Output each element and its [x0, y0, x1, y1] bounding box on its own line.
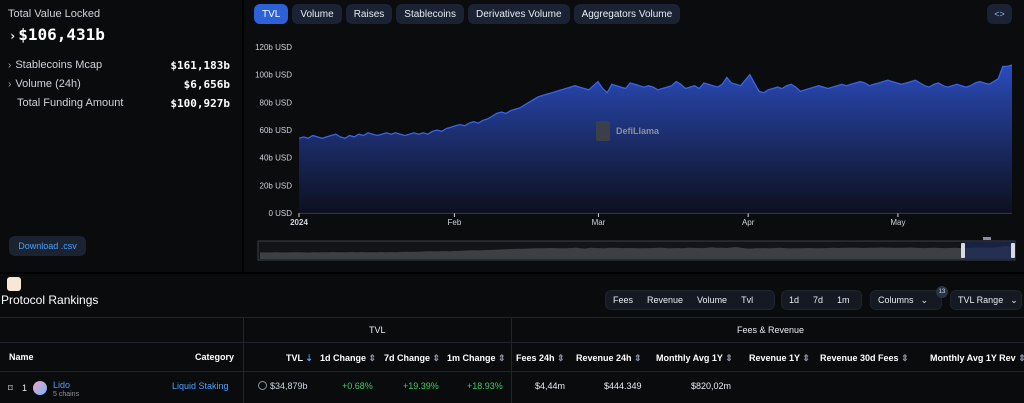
- watermark-text: DefiLlama: [616, 126, 660, 136]
- y-tick-label: 40b USD: [260, 154, 293, 163]
- filter-volume[interactable]: Volume: [690, 295, 734, 305]
- group-header-fees-revenue: Fees & Revenue: [737, 325, 805, 335]
- y-tick-label: 0 USD: [268, 209, 292, 218]
- divider: [511, 317, 512, 403]
- brush-handle-right[interactable]: [1011, 243, 1015, 258]
- row-7d-change: +19.39%: [403, 381, 439, 391]
- row-monthly-avg-1y: $820,02m: [691, 381, 732, 391]
- columns-dropdown[interactable]: Columns ⌄: [870, 290, 942, 310]
- col-monthly-avg-1y[interactable]: Monthly Avg 1Y ⇕: [656, 353, 733, 364]
- y-tick-label: 120b USD: [255, 43, 292, 52]
- x-tick-label: Mar: [592, 218, 606, 227]
- stat-label: Stablecoins Mcap: [15, 59, 103, 71]
- brush-selection[interactable]: [963, 241, 1015, 260]
- col-revenue-24h[interactable]: Revenue 24h ⇕: [576, 353, 642, 364]
- x-tick-label: Feb: [448, 218, 462, 227]
- tvl-chart: 120b USD 100b USD 80b USD 60b USD 40b USD 20b…: [255, 43, 1016, 261]
- y-tick-label: 20b USD: [260, 181, 293, 190]
- brush-handle-left[interactable]: [961, 243, 965, 258]
- period-1d[interactable]: 1d: [782, 295, 806, 305]
- tvl-range-dropdown[interactable]: TVL Range ⌄: [950, 290, 1022, 310]
- category-link[interactable]: Liquid Staking: [172, 381, 229, 391]
- stat-volume-24h[interactable]: › Volume (24h) $6,656b: [8, 78, 230, 91]
- chevron-down-icon: ⌄: [1010, 294, 1018, 305]
- col-1m-change[interactable]: 1m Change ⇕: [447, 353, 506, 364]
- llama-emoji-icon: [7, 277, 21, 291]
- row-fees-24h: $4,44m: [535, 381, 566, 391]
- lido-logo-icon: [33, 381, 47, 395]
- stat-value: $161,183b: [170, 59, 230, 72]
- x-tick-label: 2024: [290, 218, 308, 227]
- y-tick-label: 80b USD: [260, 98, 293, 107]
- row-tvl: $34,879b: [270, 381, 308, 391]
- period-filter-group: 1d 7d 1m: [781, 290, 862, 310]
- columns-count-badge: 13: [936, 286, 948, 298]
- stat-value: $100,927b: [170, 97, 230, 110]
- period-1m[interactable]: 1m: [830, 295, 857, 305]
- columns-label: Columns: [878, 295, 914, 305]
- col-category[interactable]: Category: [195, 352, 234, 362]
- protocol-name-link[interactable]: Lido: [53, 380, 70, 390]
- protocol-chains: 5 chains: [53, 391, 80, 398]
- chevron-right-icon: ›: [8, 79, 12, 90]
- row-rank: 1: [22, 383, 28, 393]
- stat-stablecoins-mcap[interactable]: › Stablecoins Mcap $161,183b: [8, 59, 230, 72]
- x-tick-label: Apr: [742, 218, 755, 227]
- x-tick-label: May: [890, 218, 905, 227]
- divider: [243, 317, 244, 403]
- download-csv-button[interactable]: Download .csv: [9, 236, 86, 256]
- tvl-amount: $106,431b: [18, 25, 105, 44]
- chevron-down-icon: ⌄: [920, 294, 929, 305]
- col-1d-change[interactable]: 1d Change ⇕: [320, 353, 376, 364]
- row-1d-change: +0.68%: [342, 381, 373, 391]
- range-brush[interactable]: [257, 237, 1016, 261]
- tvl-range-label: TVL Range: [958, 295, 1004, 305]
- tvl-label: Total Value Locked: [8, 8, 101, 20]
- group-header-tvl: TVL: [369, 325, 386, 335]
- divider: [0, 371, 1024, 372]
- defillama-logo-icon: [596, 121, 610, 141]
- tvl-value[interactable]: › $106,431b: [9, 25, 105, 44]
- filter-revenue[interactable]: Revenue: [640, 295, 690, 305]
- metric-filter-group: Fees Revenue Volume Tvl: [605, 290, 775, 310]
- chevron-right-icon: ›: [8, 60, 12, 71]
- y-tick-label: 60b USD: [260, 126, 293, 135]
- col-name[interactable]: Name: [9, 352, 34, 362]
- stat-label: Total Funding Amount: [17, 97, 124, 109]
- chevron-right-icon: ›: [9, 29, 17, 43]
- row-revenue-24h: $444.349: [604, 381, 642, 391]
- col-revenue-1y[interactable]: Revenue 1Y ⇕: [749, 353, 810, 364]
- filter-tvl[interactable]: Tvl: [734, 295, 760, 305]
- rankings-title: Protocol Rankings: [1, 293, 99, 307]
- stat-total-funding: Total Funding Amount $100,927b: [8, 97, 230, 110]
- tvl-area: [299, 65, 1012, 213]
- divider: [0, 342, 1024, 343]
- info-icon[interactable]: [258, 381, 267, 390]
- brush-drag-handle[interactable]: [983, 237, 991, 240]
- period-7d[interactable]: 7d: [806, 295, 830, 305]
- col-fees-24h[interactable]: Fees 24h ⇕: [516, 353, 565, 364]
- filter-fees[interactable]: Fees: [606, 295, 640, 305]
- y-tick-label: 100b USD: [255, 71, 292, 80]
- col-monthly-avg-1y-rev[interactable]: Monthly Avg 1Y Rev ⇕: [930, 353, 1024, 364]
- col-7d-change[interactable]: 7d Change ⇕: [384, 353, 440, 364]
- stat-label: Volume (24h): [15, 78, 81, 90]
- col-revenue-30d-fees[interactable]: Revenue 30d Fees ⇕: [820, 353, 909, 364]
- row-1m-change: +18.93%: [467, 381, 503, 391]
- bookmark-icon[interactable]: ⌑: [8, 383, 13, 394]
- chart-panel: TVL Volume Raises Stablecoins Derivative…: [244, 0, 1024, 272]
- col-tvl[interactable]: TVL ⇣: [286, 353, 313, 364]
- stat-value: $6,656b: [183, 78, 230, 91]
